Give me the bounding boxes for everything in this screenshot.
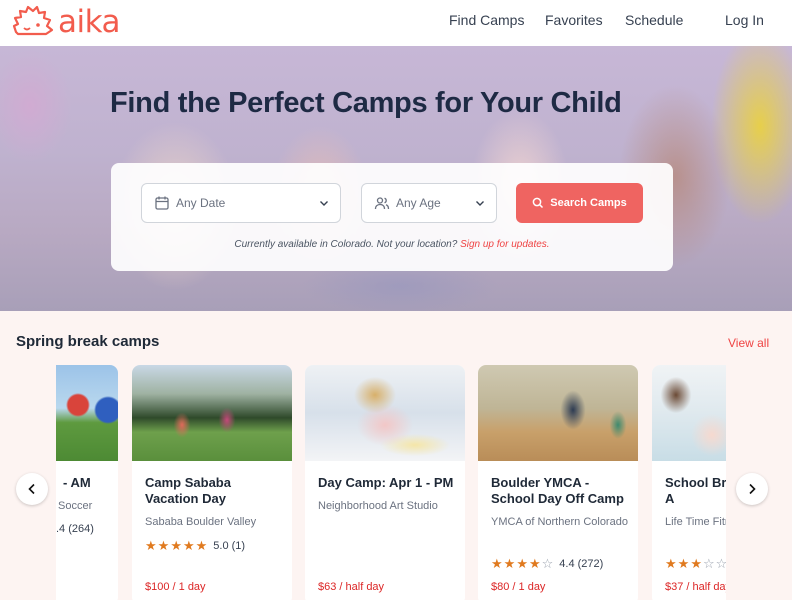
search-icon	[532, 197, 544, 209]
search-panel: Any Date Any Age Search Camps Currently …	[111, 163, 673, 271]
camp-rating: ★ ★ ★ ★ ☆ 4.4 (272)	[491, 557, 603, 570]
camp-image	[478, 365, 638, 461]
camp-image	[56, 365, 118, 461]
camp-provider: Neighborhood Art Studio	[318, 500, 438, 512]
camp-provider: YMCA of Northern Colorado	[491, 516, 628, 528]
camp-rating: .4 (264)	[56, 523, 94, 535]
hero-banner: Find the Perfect Camps for Your Child An…	[0, 46, 792, 311]
star-icon: ★	[182, 538, 195, 553]
availability-note: Currently available in Colorado. Not you…	[111, 239, 673, 250]
camp-title: Boulder YMCA - School Day Off Camp	[491, 475, 624, 506]
camp-image	[132, 365, 292, 461]
availability-text: Currently available in Colorado. Not you…	[234, 239, 461, 250]
camp-rating: ★ ★ ★ ☆ ☆	[665, 557, 726, 570]
age-select[interactable]: Any Age	[361, 183, 497, 223]
sign-up-link[interactable]: Sign up for updates.	[460, 239, 550, 250]
rating-text: 5.0 (1)	[213, 539, 246, 552]
search-camps-label: Search Camps	[550, 197, 627, 209]
star-icon: ★	[690, 556, 702, 571]
hero-title: Find the Perfect Camps for Your Child	[110, 87, 622, 119]
camp-price: $37 / half day	[665, 581, 726, 593]
search-camps-button[interactable]: Search Camps	[516, 183, 643, 223]
camp-title: Camp Sababa Vacation Day	[145, 475, 231, 506]
chevron-right-icon	[749, 483, 756, 495]
rating-text: .4 (264)	[56, 523, 94, 535]
logo[interactable]: aika	[12, 4, 121, 40]
camp-card[interactable]: Boulder YMCA - School Day Off Camp YMCA …	[478, 365, 638, 600]
hedgehog-logo-icon	[12, 5, 54, 36]
star-icon: ★	[170, 538, 182, 553]
star-icon: ★	[195, 538, 208, 553]
camp-image	[305, 365, 465, 461]
camp-card[interactable]: Camp Sababa Vacation Day Sababa Boulder …	[132, 365, 292, 600]
carousel-prev-button[interactable]	[16, 473, 48, 505]
chevron-down-icon	[476, 201, 484, 206]
nav-schedule[interactable]: Schedule	[625, 12, 683, 28]
star-empty-icon: ☆	[702, 556, 715, 571]
camp-rating: ★ ★ ★ ★ ★ 5.0 (1)	[145, 539, 245, 552]
brand-name: aika	[58, 4, 121, 40]
nav-favorites[interactable]: Favorites	[545, 12, 603, 28]
camp-card[interactable]: - AM Soccer .4 (264)	[56, 365, 118, 600]
star-icon: ★	[677, 556, 690, 571]
nav-find-camps[interactable]: Find Camps	[449, 12, 524, 28]
camp-card[interactable]: School Break Half-Day A Life Time Fitnes…	[652, 365, 726, 600]
star-icon: ★	[157, 538, 170, 553]
chevron-down-icon	[320, 201, 328, 206]
camp-provider: Life Time Fitness Centennial	[665, 516, 726, 528]
camp-image	[652, 365, 726, 461]
camp-price: $100 / 1 day	[145, 581, 206, 593]
rating-text: 4.4 (272)	[559, 557, 604, 570]
star-icon: ★	[145, 538, 157, 553]
chevron-left-icon	[28, 483, 35, 495]
camp-title: School Break Half-Day A	[665, 475, 726, 506]
date-select[interactable]: Any Date	[141, 183, 341, 223]
star-empty-icon: ☆	[541, 556, 554, 571]
camp-card[interactable]: Day Camp: Apr 1 - PM Neighborhood Art St…	[305, 365, 465, 600]
camp-provider: Soccer	[58, 500, 93, 512]
star-empty-icon: ☆	[715, 556, 726, 571]
camp-provider: Sababa Boulder Valley	[145, 516, 257, 528]
camp-price: $63 / half day	[318, 581, 385, 593]
star-icon: ★	[503, 556, 516, 571]
star-icon: ★	[528, 556, 541, 571]
camp-title: - AM	[63, 475, 91, 490]
camp-price: $80 / 1 day	[491, 581, 546, 593]
view-all-link[interactable]: View all	[728, 336, 769, 350]
date-select-label: Any Date	[176, 196, 226, 210]
calendar-icon	[155, 196, 169, 210]
age-select-label: Any Age	[396, 196, 441, 210]
nav-log-in[interactable]: Log In	[725, 12, 764, 28]
star-icon: ★	[665, 556, 677, 571]
camp-title: Day Camp: Apr 1 - PM	[318, 475, 454, 490]
camp-carousel: - AM Soccer .4 (264) Camp Sababa Vacatio…	[56, 365, 726, 600]
star-icon: ★	[516, 556, 528, 571]
top-nav: aika Find Camps Favorites Schedule Log I…	[0, 0, 792, 46]
section-title: Spring break camps	[16, 333, 160, 350]
users-icon	[374, 197, 390, 210]
carousel-next-button[interactable]	[736, 473, 768, 505]
star-icon: ★	[491, 556, 503, 571]
